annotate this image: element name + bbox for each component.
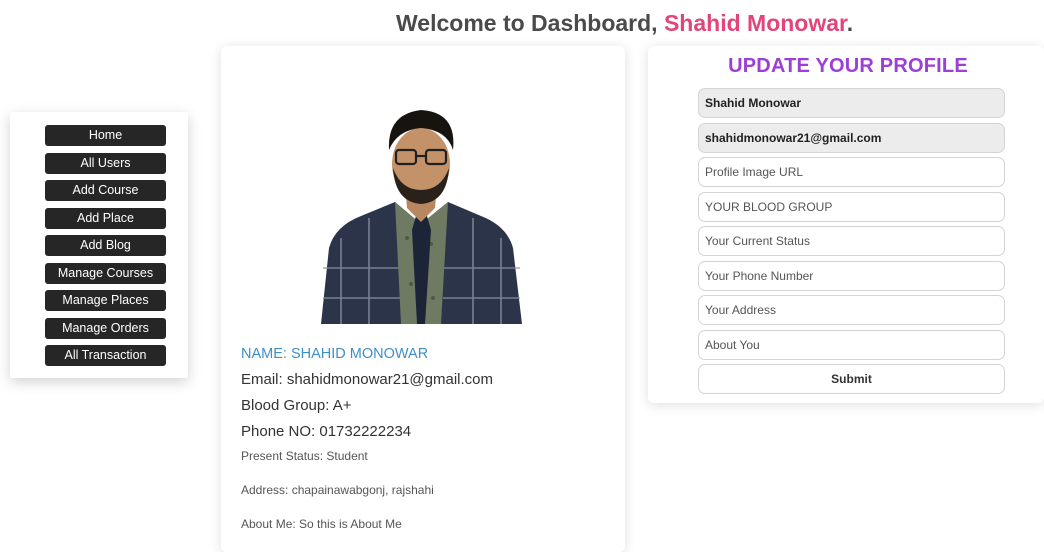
update-profile-form: Submit [698, 88, 1005, 394]
sidebar-item-add-course[interactable]: Add Course [45, 180, 166, 201]
sidebar-item-add-place[interactable]: Add Place [45, 207, 166, 229]
profile-name: NAME: SHAHID MONOWAR [241, 346, 429, 362]
name-field[interactable] [698, 88, 1005, 118]
profile-info: NAME: SHAHID MONOWAR Email: shahidmonowa… [241, 344, 611, 533]
email-field[interactable] [698, 122, 1005, 153]
profile-card: NAME: SHAHID MONOWAR Email: shahidmonowa… [221, 46, 625, 552]
profile-blood-group: Blood Group: A+ [241, 397, 352, 414]
profile-address: Address: chapainawabgonj, rajshahi [241, 483, 434, 497]
phone-number-input[interactable] [698, 260, 1005, 291]
submit-button[interactable]: Submit [698, 364, 1005, 394]
welcome-prefix: Welcome to Dashboard, [396, 10, 658, 36]
sidebar: Home All Users Add Course Add Place Add … [10, 112, 188, 378]
about-input[interactable] [698, 329, 1005, 360]
sidebar-menu: Home All Users Add Course Add Place Add … [45, 125, 166, 373]
sidebar-item-manage-places[interactable]: Manage Places [45, 290, 166, 311]
profile-status: Present Status: Student [241, 449, 368, 463]
blood-group-input[interactable] [698, 191, 1005, 222]
sidebar-item-home[interactable]: Home [45, 125, 166, 146]
sidebar-item-all-transaction[interactable]: All Transaction [45, 345, 166, 366]
update-profile-card: UPDATE YOUR PROFILE Submit [648, 46, 1044, 403]
user-name: Shahid Monowar [663, 10, 847, 36]
sidebar-item-manage-courses[interactable]: Manage Courses [45, 262, 166, 284]
sidebar-item-all-users[interactable]: All Users [45, 152, 166, 174]
person-avatar-icon [321, 110, 522, 324]
update-profile-title: UPDATE YOUR PROFILE [728, 55, 968, 77]
profile-email: Email: shahidmonowar21@gmail.com [241, 371, 493, 388]
address-input[interactable] [698, 295, 1005, 325]
current-status-input[interactable] [698, 226, 1005, 256]
sidebar-item-manage-orders[interactable]: Manage Orders [45, 317, 166, 339]
profile-phone: Phone NO: 01732222234 [241, 423, 412, 440]
sidebar-item-add-blog[interactable]: Add Blog [45, 235, 166, 256]
welcome-suffix: . [846, 10, 854, 36]
profile-image-url-input[interactable] [698, 157, 1005, 187]
profile-about: About Me: So this is About Me [241, 517, 402, 531]
profile-photo [321, 98, 522, 324]
page-title: Welcome to Dashboard, Shahid Monowar. [396, 10, 956, 37]
